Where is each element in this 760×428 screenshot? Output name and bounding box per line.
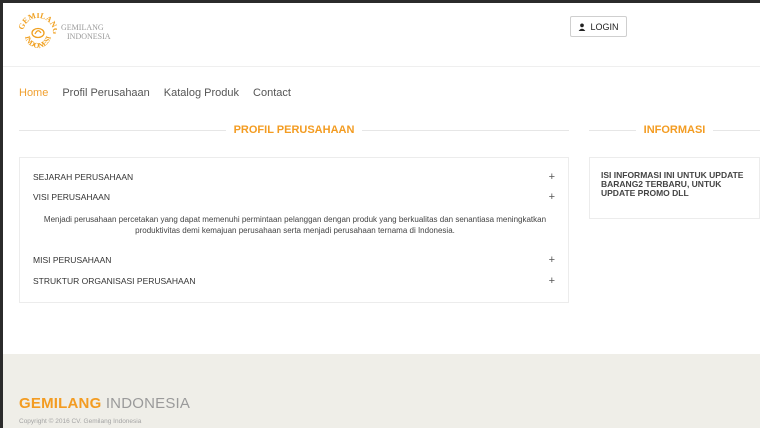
heading-rule-left <box>19 129 226 131</box>
accordion-title: SEJARAH PERUSAHAAN <box>33 172 134 182</box>
login-button[interactable]: LOGIN <box>570 16 627 37</box>
informasi-panel: ISI INFORMASI INI UNTUK UPDATE BARANG2 T… <box>589 157 760 219</box>
site-footer: GEMILANG INDONESIA Copyright © 2016 CV. … <box>3 354 760 428</box>
accordion-title: VISI PERUSAHAAN <box>33 192 110 202</box>
heading-rule-left <box>589 129 636 131</box>
logo-line-1: GEMILANG <box>61 23 104 32</box>
informasi-heading-row: INFORMASI <box>589 124 760 136</box>
plus-icon[interactable]: + <box>549 171 555 183</box>
logo-line-2: INDONESIA <box>67 32 111 41</box>
copyright-text: Copyright © 2016 CV. Gemilang Indonesia <box>19 418 142 425</box>
accordion-title: MISI PERUSAHAAN <box>33 255 112 265</box>
logo-wordmark: GEMILANG INDONESIA <box>61 23 111 41</box>
accordion-item-sejarah[interactable]: SEJARAH PERUSAHAAN + <box>33 171 555 183</box>
footer-brand-light: INDONESIA <box>105 395 191 412</box>
footer-brand: GEMILANG INDONESIA <box>19 395 190 412</box>
svg-text:GEMILANG: GEMILANG <box>19 13 57 35</box>
plus-icon[interactable]: + <box>549 191 555 203</box>
logo-mark-top-text: GEMILANG <box>17 11 61 35</box>
heading-rule-right <box>713 129 760 131</box>
visi-description: Menjadi perusahaan percetakan yang dapat… <box>43 215 547 235</box>
profil-accordion: SEJARAH PERUSAHAAN + VISI PERUSAHAAN + M… <box>19 157 569 303</box>
logo-emblem: GEMILANG INDONESIA <box>16 6 60 51</box>
nav-item-profil-perusahaan[interactable]: Profil Perusahaan <box>62 87 149 99</box>
footer-brand-bold: GEMILANG <box>19 395 102 412</box>
user-icon <box>579 23 586 31</box>
accordion-title: STRUKTUR ORGANISASI PERUSAHAAN <box>33 276 196 286</box>
informasi-text: ISI INFORMASI INI UNTUK UPDATE BARANG2 T… <box>601 170 744 198</box>
heading-rule-right <box>362 129 569 131</box>
nav-item-home[interactable]: Home <box>19 87 48 99</box>
nav-item-katalog-produk[interactable]: Katalog Produk <box>164 87 239 99</box>
plus-icon[interactable]: + <box>549 275 555 287</box>
accordion-item-struktur[interactable]: STRUKTUR ORGANISASI PERUSAHAAN + <box>33 275 555 287</box>
profil-heading-row: PROFIL PERUSAHAAN <box>19 124 569 136</box>
plus-icon[interactable]: + <box>549 254 555 266</box>
site-logo[interactable]: GEMILANG INDONESIA GEMILANG INDONESIA <box>16 6 111 51</box>
accordion-item-visi[interactable]: VISI PERUSAHAAN + <box>33 191 555 203</box>
window-frame-top <box>0 0 760 3</box>
nav-item-contact[interactable]: Contact <box>253 87 291 99</box>
accordion-item-misi[interactable]: MISI PERUSAHAAN + <box>33 254 555 266</box>
login-label: LOGIN <box>590 21 619 32</box>
header-divider <box>3 66 760 67</box>
section-title-profil: PROFIL PERUSAHAAN <box>233 124 355 136</box>
main-nav: Home Profil Perusahaan Katalog Produk Co… <box>19 87 305 99</box>
section-title-informasi: INFORMASI <box>643 124 706 136</box>
